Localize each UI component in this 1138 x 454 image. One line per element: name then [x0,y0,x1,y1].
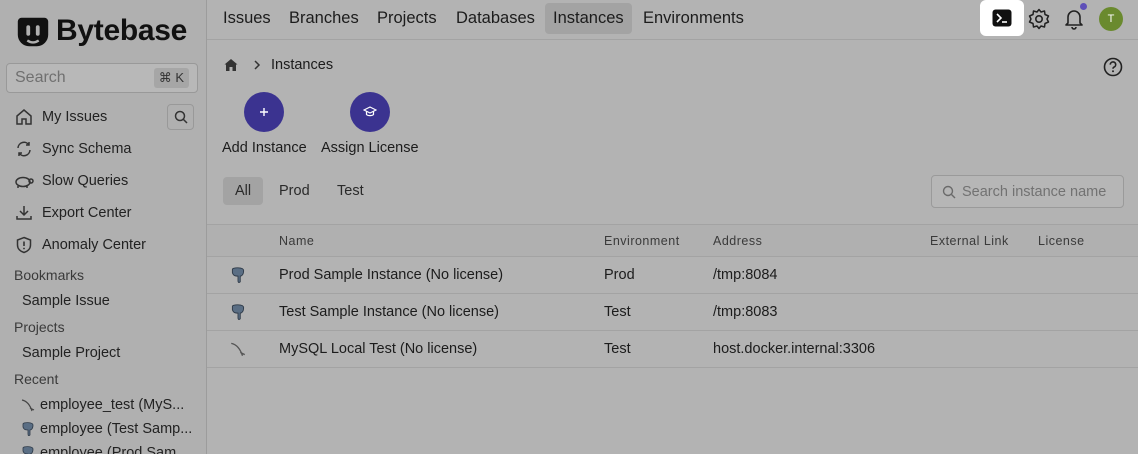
recent-item-label: employee (Prod Sam... [40,445,189,454]
instance-name[interactable]: Test Sample Instance (No license) [279,304,499,320]
instance-address: /tmp:8084 [713,267,778,283]
postgres-icon [231,267,245,283]
global-search-placeholder: Search [15,69,66,86]
search-icon [174,110,188,124]
sidebar-item-label: My Issues [42,109,108,125]
table-row[interactable]: MySQL Local Test (No license) Test host.… [207,331,1138,368]
settings-button[interactable] [1026,6,1052,32]
filter-tab-prod[interactable]: Prod [267,177,322,205]
sidebar-item-label: Export Center [42,205,132,221]
column-header-name[interactable]: Name [279,234,314,248]
recent-item[interactable]: employee_test (MyS... [20,397,184,413]
recent-item[interactable]: employee (Test Samp... [20,421,192,437]
search-shortcut: ⌘ K [153,68,189,88]
tab-instances[interactable]: Instances [545,3,632,34]
sidebar-item-label: Slow Queries [42,173,129,189]
bookmark-item[interactable]: Sample Issue [22,293,110,309]
bookmarks-heading: Bookmarks [14,267,85,283]
filter-tab-all[interactable]: All [223,177,264,205]
filter-tab-test[interactable]: Test [325,177,376,205]
sidebar-item-label: Anomaly Center [42,237,146,253]
shield-alert-icon [14,235,34,255]
tab-branches[interactable]: Branches [281,3,367,34]
turtle-icon [14,171,34,191]
sidebar-item-label: Sync Schema [42,141,132,157]
column-header-environment[interactable]: Environment [604,234,680,248]
add-instance-label: Add Instance [222,140,307,156]
instances-table: Name Environment Address External Link L… [207,224,1138,368]
graduation-cap-icon [349,92,390,132]
recent-item-label: employee (Test Samp... [40,421,193,437]
table-header: Name Environment Address External Link L… [207,224,1138,257]
help-circle-icon [1103,57,1123,77]
breadcrumb-current: Instances [271,57,334,73]
sidebar-item-export-center[interactable]: Export Center [14,199,131,227]
project-item[interactable]: Sample Project [22,345,120,361]
app: Bytebase Search ⌘ K My Issues Sync Schem… [0,0,1138,454]
tab-issues[interactable]: Issues [215,3,279,34]
brand-name: Bytebase [56,14,188,47]
postgres-icon [20,421,36,437]
postgres-icon [231,304,245,320]
sql-editor-button[interactable] [980,0,1024,36]
column-header-external-link[interactable]: External Link [930,234,1009,248]
avatar[interactable]: T [1099,7,1123,31]
assign-license-button[interactable]: Assign License [321,92,419,156]
table-row[interactable]: Prod Sample Instance (No license) Prod /… [207,257,1138,294]
search-instance-placeholder: Search instance name [962,183,1107,200]
bytebase-logo-icon [17,17,49,47]
mysql-icon [20,397,36,413]
terminal-icon [992,9,1012,27]
help-button[interactable] [1103,57,1123,77]
column-header-license[interactable]: License [1038,234,1085,248]
add-instance-button[interactable]: Add Instance [222,92,307,156]
download-icon [14,203,34,223]
search-icon [942,185,956,198]
column-header-address[interactable]: Address [713,234,762,248]
sidebar: Bytebase Search ⌘ K My Issues Sync Schem… [0,0,207,454]
instance-name[interactable]: MySQL Local Test (No license) [279,341,477,357]
recent-item[interactable]: employee (Prod Sam... [20,445,188,454]
global-search[interactable]: Search ⌘ K [6,63,198,93]
instance-environment: Prod [604,267,635,283]
sidebar-item-slow-queries[interactable]: Slow Queries [14,167,128,195]
tab-environments[interactable]: Environments [635,3,752,34]
sync-icon [14,139,34,159]
mysql-icon [231,342,246,356]
gear-icon [1028,8,1050,30]
instance-environment: Test [604,341,631,357]
table-row[interactable]: Test Sample Instance (No license) Test /… [207,294,1138,331]
recent-item-label: employee_test (MyS... [40,397,185,413]
projects-heading: Projects [14,319,65,335]
sidebar-item-anomaly-center[interactable]: Anomaly Center [14,231,146,259]
notification-dot [1080,3,1087,10]
tab-databases[interactable]: Databases [448,3,543,34]
home-icon[interactable] [223,57,239,73]
search-instance-input[interactable]: Search instance name [931,175,1124,208]
sidebar-item-my-issues[interactable]: My Issues [14,103,107,131]
top-navigation: Issues Branches Projects Databases Insta… [207,0,1138,40]
issue-search-button[interactable] [167,104,194,130]
recent-heading: Recent [14,371,59,387]
chevron-right-icon [253,58,261,73]
postgres-icon [20,445,36,454]
bell-icon [1065,10,1083,30]
logo[interactable]: Bytebase [14,12,187,50]
instance-name[interactable]: Prod Sample Instance (No license) [279,267,503,283]
plus-icon [244,92,285,132]
assign-license-label: Assign License [321,140,419,156]
instance-address: /tmp:8083 [713,304,778,320]
instance-environment: Test [604,304,631,320]
main-content: Issues Branches Projects Databases Insta… [207,0,1138,454]
instance-address: host.docker.internal:3306 [713,341,876,357]
home-icon [14,107,34,127]
sidebar-item-sync-schema[interactable]: Sync Schema [14,135,131,163]
tab-projects[interactable]: Projects [369,3,445,34]
breadcrumb: Instances [223,57,333,73]
